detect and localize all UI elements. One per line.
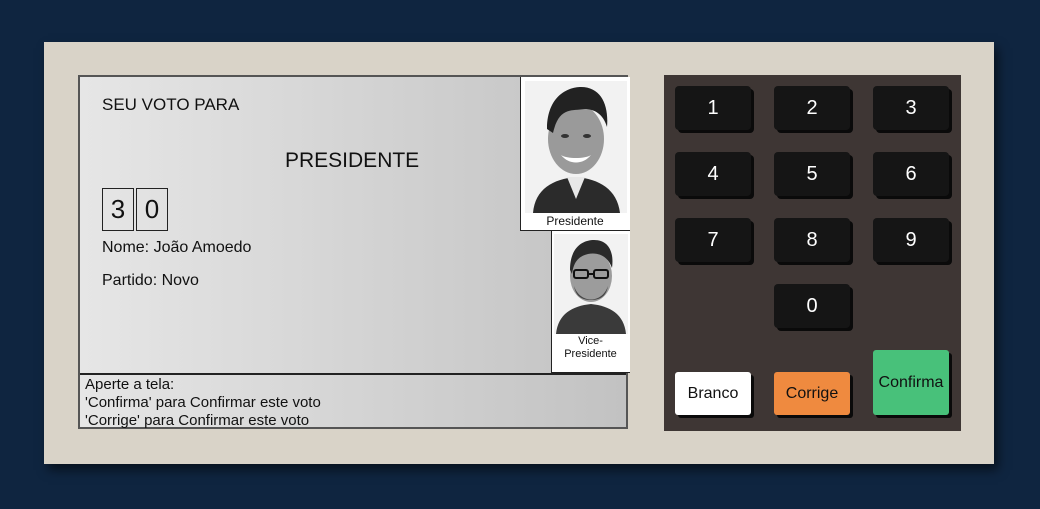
vote-for-label: SEU VOTO PARA xyxy=(102,95,240,114)
instruction-line: 'Corrige' para Confirmar este voto xyxy=(85,412,310,429)
president-photo xyxy=(525,81,627,213)
vice-caption-line: Vice- xyxy=(578,335,603,347)
key-6[interactable]: 6 xyxy=(873,152,949,196)
president-photo-card: Presidente xyxy=(520,77,630,231)
vice-caption-line: Presidente xyxy=(564,348,617,360)
key-2[interactable]: 2 xyxy=(774,86,850,130)
number-digit: 3 xyxy=(102,188,134,231)
instructions-panel: Aperte a tela: 'Confirma' para Confirmar… xyxy=(80,373,626,429)
vote-info-panel: SEU VOTO PARA PRESIDENTE 3 0 Nome: João … xyxy=(80,77,520,373)
key-5[interactable]: 5 xyxy=(774,152,850,196)
corrige-button[interactable]: Corrige xyxy=(774,372,850,415)
key-8[interactable]: 8 xyxy=(774,218,850,262)
candidate-party: Partido: Novo xyxy=(102,272,199,289)
instruction-line: 'Confirma' para Confirmar este voto xyxy=(85,394,321,411)
number-digit: 0 xyxy=(136,188,168,231)
instruction-line: Aperte a tela: xyxy=(85,376,175,393)
vice-president-photo-caption: Vice- Presidente xyxy=(552,335,629,361)
key-0[interactable]: 0 xyxy=(774,284,850,328)
branco-button[interactable]: Branco xyxy=(675,372,751,415)
key-1[interactable]: 1 xyxy=(675,86,751,130)
confirma-button[interactable]: Confirma xyxy=(873,350,949,415)
vice-president-photo xyxy=(554,234,628,334)
key-9[interactable]: 9 xyxy=(873,218,949,262)
key-4[interactable]: 4 xyxy=(675,152,751,196)
key-7[interactable]: 7 xyxy=(675,218,751,262)
vice-president-photo-card: Vice- Presidente xyxy=(551,231,630,373)
office-title: PRESIDENTE xyxy=(285,149,420,172)
ballot-screen: SEU VOTO PARA PRESIDENTE 3 0 Nome: João … xyxy=(78,75,630,429)
key-3[interactable]: 3 xyxy=(873,86,949,130)
president-photo-caption: Presidente xyxy=(546,214,604,228)
keypad-panel: 1 2 3 4 5 6 7 8 9 0 Branco Corrige Confi… xyxy=(664,75,961,431)
candidate-number: 3 0 xyxy=(102,188,170,231)
candidate-name: Nome: João Amoedo xyxy=(102,239,252,256)
